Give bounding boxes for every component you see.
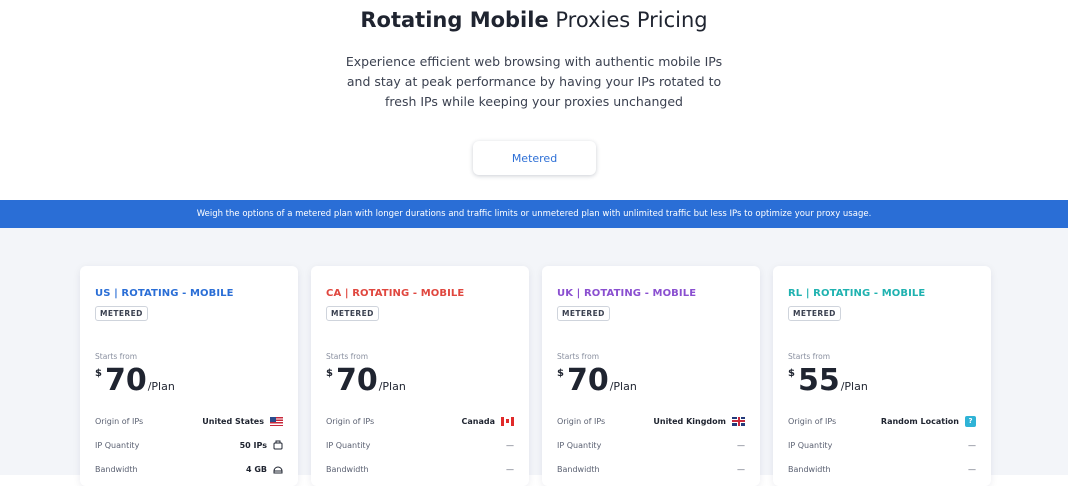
bandwidth-icon [273,466,283,474]
price-amount: 70 [104,363,147,398]
bandwidth-label: Bandwidth [95,464,138,474]
title-light: Proxies Pricing [555,8,708,32]
quantity-value: — [968,440,976,450]
bandwidth-value: — [737,464,745,474]
starts-from-label: Starts from [788,352,831,361]
plan-card-us[interactable]: US | ROTATING - MOBILE METERED Starts fr… [80,266,298,486]
quantity-value: — [737,440,745,450]
quantity-label: IP Quantity [557,440,602,450]
currency-symbol: $ [95,368,102,379]
origin-value: Random Location ? [880,415,976,427]
plan-price: $ 70 /Plan [95,364,175,398]
plan-card-ca[interactable]: CA | ROTATING - MOBILE METERED Starts fr… [311,266,529,486]
canada-flag-icon [501,416,514,426]
currency-symbol: $ [326,368,333,379]
metered-toggle-button[interactable]: Metered [473,141,596,175]
bandwidth-label: Bandwidth [326,464,369,474]
plan-badge: METERED [788,306,841,321]
plan-badge: METERED [326,306,379,321]
price-period: /Plan [147,380,175,393]
bandwidth-value: — [968,464,976,474]
quantity-row: IP Quantity — [557,438,745,452]
plan-price: $ 70 /Plan [557,364,637,398]
currency-symbol: $ [557,368,564,379]
bandwidth-row: Bandwidth — [788,462,976,476]
plan-name: RL | ROTATING - MOBILE [788,288,926,299]
origin-row: Origin of IPs Random Location ? [788,414,976,428]
price-amount: 55 [797,363,840,398]
info-banner: Weigh the options of a metered plan with… [0,200,1068,228]
origin-value: United States [202,416,283,426]
bandwidth-row: Bandwidth 4 GB [95,462,283,476]
bandwidth-value: 4 GB [246,464,283,474]
plan-card-uk[interactable]: UK | ROTATING - MOBILE METERED Starts fr… [542,266,760,486]
quantity-text: 50 IPs [239,440,267,450]
starts-from-label: Starts from [557,352,600,361]
bandwidth-label: Bandwidth [557,464,600,474]
pricing-header: Rotating Mobile Proxies Pricing Experien… [0,0,1068,200]
us-flag-icon [270,416,283,426]
plan-price: $ 70 /Plan [326,364,406,398]
origin-label: Origin of IPs [326,416,375,426]
origin-country: United Kingdom [653,416,726,426]
random-location-icon: ? [965,415,976,427]
origin-label: Origin of IPs [95,416,144,426]
origin-row: Origin of IPs Canada [326,414,514,428]
origin-label: Origin of IPs [557,416,606,426]
origin-label: Origin of IPs [788,416,837,426]
price-period: /Plan [609,380,637,393]
plan-name: UK | ROTATING - MOBILE [557,288,697,299]
title-bold: Rotating Mobile [360,8,549,32]
currency-symbol: $ [788,368,795,379]
plan-badge: METERED [95,306,148,321]
quantity-value: — [506,440,514,450]
quantity-label: IP Quantity [95,440,140,450]
bandwidth-value: — [506,464,514,474]
origin-value: Canada [461,416,514,426]
plans-section: US | ROTATING - MOBILE METERED Starts fr… [0,228,1068,486]
ip-stack-icon [273,440,283,450]
starts-from-label: Starts from [326,352,369,361]
origin-country: United States [202,416,264,426]
starts-from-label: Starts from [95,352,138,361]
price-period: /Plan [840,380,868,393]
uk-flag-icon [732,416,745,426]
bandwidth-row: Bandwidth — [557,462,745,476]
bandwidth-label: Bandwidth [788,464,831,474]
plan-price: $ 55 /Plan [788,364,868,398]
origin-row: Origin of IPs United States [95,414,283,428]
page-subtitle: Experience efficient web browsing with a… [345,54,723,109]
origin-country: Canada [461,416,496,426]
quantity-row: IP Quantity 50 IPs [95,438,283,452]
quantity-label: IP Quantity [326,440,371,450]
origin-row: Origin of IPs United Kingdom [557,414,745,428]
plan-card-rl[interactable]: RL | ROTATING - MOBILE METERED Starts fr… [773,266,991,486]
quantity-row: IP Quantity — [326,438,514,452]
bandwidth-row: Bandwidth — [326,462,514,476]
page-title: Rotating Mobile Proxies Pricing [0,8,1068,32]
plan-name: CA | ROTATING - MOBILE [326,288,465,299]
origin-country: Random Location [880,416,959,426]
plan-name: US | ROTATING - MOBILE [95,288,234,299]
plan-badge: METERED [557,306,610,321]
price-period: /Plan [378,380,406,393]
price-amount: 70 [566,363,609,398]
origin-value: United Kingdom [653,416,745,426]
quantity-label: IP Quantity [788,440,833,450]
price-amount: 70 [335,363,378,398]
bandwidth-text: 4 GB [245,464,267,474]
quantity-value: 50 IPs [240,440,283,450]
quantity-row: IP Quantity — [788,438,976,452]
